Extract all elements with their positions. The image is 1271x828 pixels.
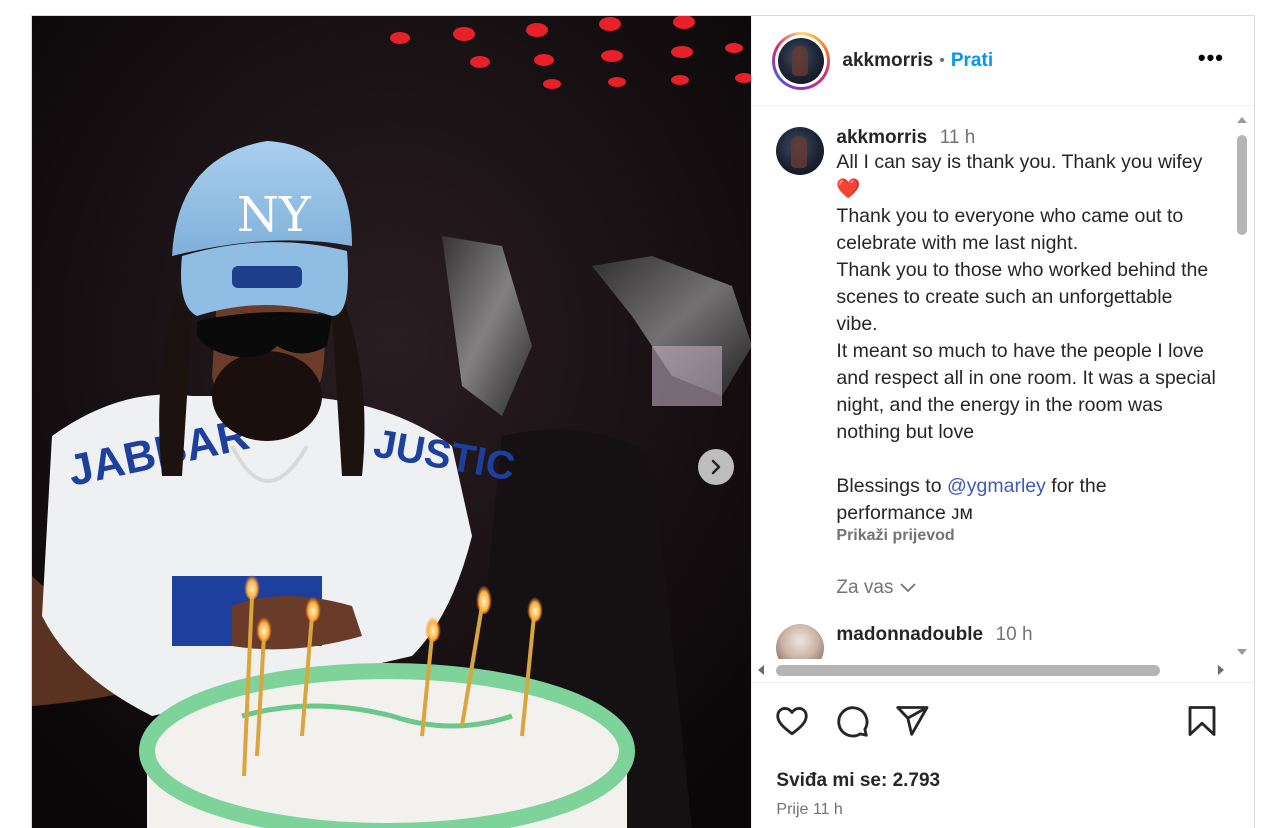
story-ring[interactable] bbox=[772, 31, 831, 90]
like-button[interactable] bbox=[774, 703, 810, 744]
mention-link[interactable]: @ygmarley bbox=[947, 475, 1046, 497]
likes-count[interactable]: Sviđa mi se: 2.793 bbox=[776, 770, 940, 792]
save-button[interactable] bbox=[1184, 703, 1220, 744]
post-modal: JABBAR JUSTIC NY akkmorris • Prati ••• a… bbox=[31, 15, 1256, 828]
horizontal-scroll-thumb[interactable] bbox=[776, 665, 1161, 676]
share-button[interactable] bbox=[894, 703, 930, 744]
caption-username[interactable]: akkmorris bbox=[836, 127, 927, 148]
posted-time[interactable]: Prije 11 h bbox=[776, 801, 842, 819]
comment-item: madonnadouble 10 h bbox=[752, 624, 1033, 659]
caption-comment: akkmorris 11 h All I can say is thank yo… bbox=[752, 107, 1236, 599]
caption-line: All I can say is thank you. Thank you wi… bbox=[836, 151, 1203, 200]
vertical-scroll-thumb[interactable] bbox=[1237, 135, 1247, 235]
post-header: akkmorris • Prati ••• bbox=[752, 16, 1254, 106]
comments-list[interactable]: akkmorris 11 h All I can say is thank yo… bbox=[752, 107, 1236, 659]
share-icon bbox=[896, 706, 929, 736]
comment-button[interactable] bbox=[834, 703, 870, 744]
avatar[interactable] bbox=[776, 624, 825, 659]
comment-icon bbox=[837, 706, 869, 738]
action-bar: Sviđa mi se: 2.793 Prije 11 h bbox=[752, 682, 1256, 828]
post-photo[interactable]: JABBAR JUSTIC NY bbox=[32, 16, 752, 828]
translate-button[interactable]: Prikaži prijevod bbox=[836, 527, 1236, 545]
comment-username[interactable]: madonnadouble bbox=[836, 624, 983, 645]
caption-line: Thank you to those who worked behind the… bbox=[836, 259, 1209, 335]
chevron-right-icon bbox=[711, 459, 721, 475]
avatar[interactable] bbox=[776, 127, 825, 175]
follow-button[interactable]: Prati bbox=[951, 50, 993, 72]
caption-time[interactable]: 11 h bbox=[940, 127, 976, 148]
avatar bbox=[778, 37, 825, 84]
comment-time[interactable]: 10 h bbox=[996, 624, 1033, 645]
vertical-scrollbar[interactable] bbox=[1234, 113, 1250, 659]
heart-icon bbox=[776, 706, 809, 736]
birthday-photo-illustration: JABBAR JUSTIC NY bbox=[32, 16, 752, 828]
save-icon bbox=[1188, 706, 1216, 736]
caption-blessing-line: Blessings to @ygmarley for the performan… bbox=[836, 475, 1107, 524]
next-photo-button[interactable] bbox=[698, 449, 734, 485]
more-options-icon[interactable]: ••• bbox=[1198, 47, 1224, 69]
chevron-down-icon bbox=[900, 583, 917, 593]
caption-line: Thank you to everyone who came out to ce… bbox=[836, 205, 1184, 254]
svg-text:NY: NY bbox=[237, 187, 312, 243]
horizontal-scrollbar[interactable] bbox=[752, 659, 1236, 681]
post-side-panel: akkmorris • Prati ••• akkmorris 11 h All… bbox=[751, 16, 1256, 828]
separator-dot: • bbox=[939, 51, 945, 69]
caption-text: All I can say is thank you. Thank you wi… bbox=[836, 149, 1216, 527]
for-you-dropdown[interactable]: Za vas bbox=[836, 577, 1236, 599]
caption-line: It meant so much to have the people I lo… bbox=[836, 340, 1216, 443]
post-username[interactable]: akkmorris bbox=[842, 50, 933, 72]
